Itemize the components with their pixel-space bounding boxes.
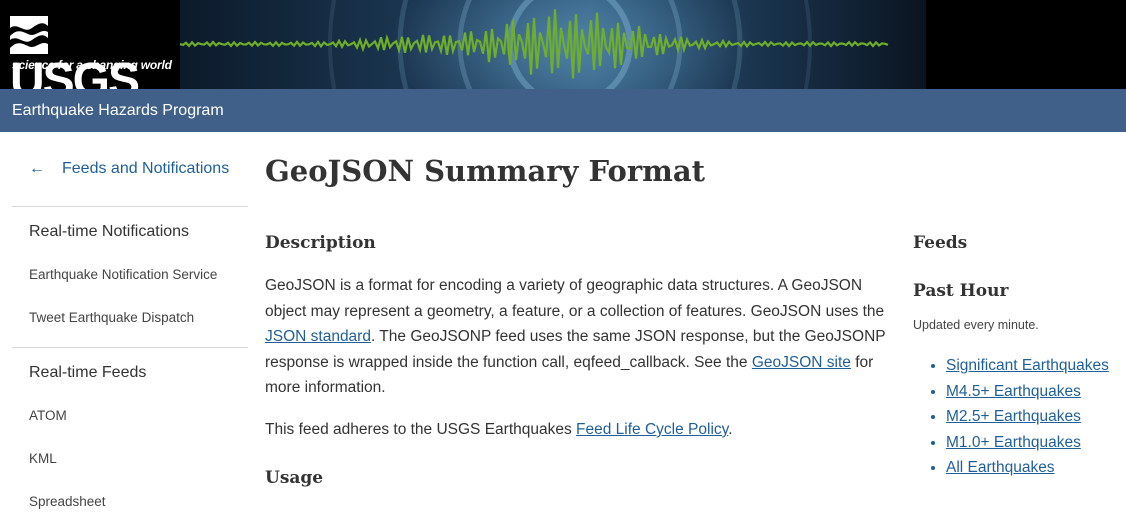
sidebar-item-tweet-earthquake-dispatch[interactable]: Tweet Earthquake Dispatch (12, 296, 248, 339)
list-item: All Earthquakes (946, 455, 1109, 481)
sidebar-item-kml[interactable]: KML (12, 437, 248, 480)
description-heading: Description (265, 233, 376, 253)
all-earthquakes-link[interactable]: All Earthquakes (946, 459, 1055, 476)
policy-text-1: This feed adheres to the USGS Earthquake… (265, 421, 577, 438)
feeds-heading: Feeds (913, 233, 968, 253)
usgs-logo-wordmark: USGS (10, 12, 170, 89)
update-frequency: Updated every minute. (913, 318, 1039, 332)
usgs-logo-tagline: science for a changing world (12, 58, 172, 72)
geojson-site-link[interactable]: GeoJSON site (752, 354, 851, 371)
back-link-label: Feeds and Notifications (62, 160, 230, 177)
feed-life-cycle-policy-link[interactable]: Feed Life Cycle Policy (576, 421, 728, 438)
program-title-link[interactable]: Earthquake Hazards Program (12, 102, 224, 119)
description-paragraph: GeoJSON is a format for encoding a varie… (265, 273, 897, 401)
m10-earthquakes-link[interactable]: M1.0+ Earthquakes (946, 434, 1081, 451)
sidebar-section-notifications: Real-time Notifications (29, 223, 190, 240)
list-item: M1.0+ Earthquakes (946, 430, 1109, 456)
usgs-waves-icon (10, 16, 48, 54)
m25-earthquakes-link[interactable]: M2.5+ Earthquakes (946, 408, 1081, 425)
policy-paragraph: This feed adheres to the USGS Earthquake… (265, 417, 897, 443)
list-item: M2.5+ Earthquakes (946, 404, 1109, 430)
description-text-1: GeoJSON is a format for encoding a varie… (265, 277, 885, 320)
json-standard-link[interactable]: JSON standard (265, 328, 371, 345)
policy-text-2: . (728, 421, 733, 438)
significant-earthquakes-link[interactable]: Significant Earthquakes (946, 357, 1109, 374)
list-item: Significant Earthquakes (946, 353, 1109, 379)
sidebar-item-atom[interactable]: ATOM (12, 394, 248, 437)
past-hour-heading: Past Hour (913, 281, 1009, 301)
sidebar-section-feeds: Real-time Feeds (29, 364, 147, 381)
left-arrow-icon: ← (29, 160, 45, 177)
seismograph-wave-icon (180, 0, 889, 89)
page-title: GeoJSON Summary Format (265, 154, 705, 188)
back-to-feeds-link[interactable]: ← Feeds and Notifications (12, 132, 248, 207)
list-item: M4.5+ Earthquakes (946, 379, 1109, 405)
feed-link-list: Significant Earthquakes M4.5+ Earthquake… (913, 353, 1109, 481)
usage-heading: Usage (265, 468, 324, 488)
sidebar-nav: ← Feeds and Notifications Real-time Noti… (12, 132, 248, 523)
usgs-logo[interactable]: USGS science for a changing world (10, 12, 172, 89)
header-banner: USGS science for a changing world (0, 0, 1126, 89)
sidebar-item-spreadsheet[interactable]: Spreadsheet (12, 480, 248, 523)
sidebar-item-earthquake-notification-service[interactable]: Earthquake Notification Service (12, 253, 248, 296)
m45-earthquakes-link[interactable]: M4.5+ Earthquakes (946, 383, 1081, 400)
program-bar: Earthquake Hazards Program (0, 89, 1126, 132)
seismograph-banner-image (180, 0, 926, 89)
